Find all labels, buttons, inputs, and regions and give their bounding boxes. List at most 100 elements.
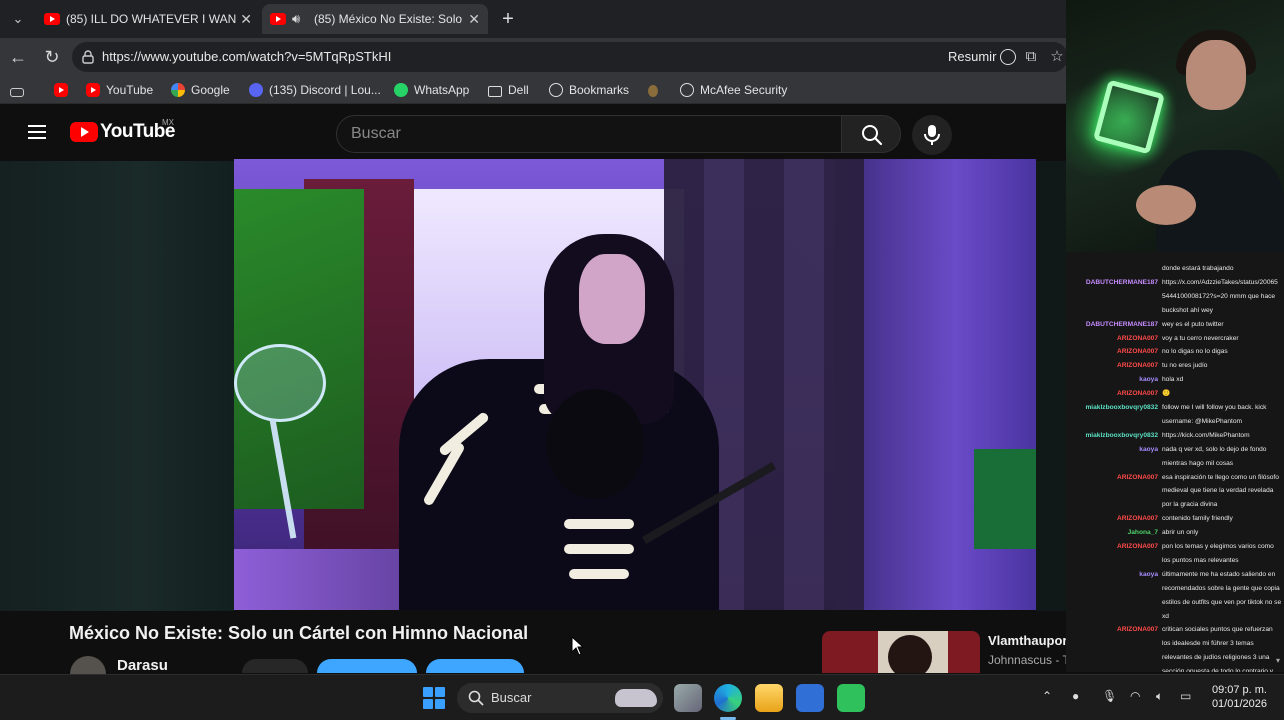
video-title: México No Existe: Solo un Cártel con Him… [69, 623, 529, 643]
chat-text: wey es el puto twitter [1162, 320, 1224, 328]
bookmark-label: Bookmarks [569, 83, 630, 97]
address-bar[interactable]: https://www.youtube.com/watch?v=5MTqRpST… [72, 42, 1068, 72]
bookmark-youtube-favicon[interactable] [54, 76, 74, 104]
file-explorer-icon[interactable] [755, 684, 783, 712]
youtube-header: YouTube MX [0, 105, 1068, 161]
star-icon[interactable]: ☆ [1048, 48, 1066, 66]
split-screen-icon[interactable]: ⧉ [1022, 48, 1040, 66]
clock-time: 09:07 p. m. [1211, 684, 1267, 696]
join-button[interactable] [242, 659, 308, 673]
bookmark-discord[interactable]: (135) Discord | Lou... [249, 76, 381, 104]
chat-text: 🙂 [1162, 390, 1171, 398]
bookmark-bookmarks[interactable]: Bookmarks [549, 76, 629, 104]
discord-icon [249, 83, 263, 97]
chat-username[interactable]: kaoya [1070, 373, 1158, 387]
search-button[interactable] [841, 115, 901, 153]
stream-chat: donde estará trabajando DABUTCHERMANE187 h… [1066, 252, 1284, 672]
reload-icon[interactable]: ↻ [40, 45, 64, 69]
search-input[interactable] [351, 116, 831, 152]
globe-icon [680, 83, 694, 97]
chevron-up-icon[interactable]: ⌃ [1042, 689, 1052, 703]
chat-text: pon los temas y elegimos varios como [1162, 543, 1274, 550]
ambient-left [0, 161, 234, 611]
chat-username[interactable]: ARIZONA007 [1070, 471, 1158, 485]
ambient-right [1036, 161, 1068, 611]
chat-username[interactable]: kaoya [1070, 568, 1158, 582]
voice-search-button[interactable] [912, 115, 952, 155]
chat-text: https://kick.com/MikePhantom [1162, 431, 1250, 439]
chat-scroll-down-icon[interactable]: ▾ [1276, 656, 1280, 665]
close-icon[interactable]: ✕ [468, 4, 480, 34]
close-icon[interactable]: ✕ [240, 4, 252, 34]
chat-username[interactable]: ARIZONA007 [1070, 387, 1158, 401]
chat-text: los puntos mas relevantes [1162, 556, 1239, 564]
hamburger-menu-icon[interactable] [28, 125, 46, 139]
chat-text: hola xd [1162, 376, 1184, 384]
system-clock[interactable]: 09:07 p. m. 01/01/2026 [1205, 683, 1267, 711]
browser-tab-1[interactable]: (85) ILL DO WHATEVER I WANT W ✕ [36, 4, 260, 34]
channel-name[interactable]: Darasu [117, 657, 168, 674]
chat-username[interactable]: ARIZONA007 [1070, 623, 1158, 637]
search-icon [468, 690, 484, 706]
site-info-icon[interactable] [82, 50, 94, 64]
taskbar-search[interactable]: Buscar [457, 683, 663, 713]
battery-icon[interactable]: ▭ [1180, 689, 1191, 703]
bookmark-whatsapp[interactable]: WhatsApp [394, 76, 469, 104]
chat-username[interactable]: kaoya [1070, 443, 1158, 457]
chat-text: critican sociales puntos que refuerzan [1162, 626, 1273, 634]
summarize-button[interactable]: Resumir [948, 42, 996, 72]
edge-icon[interactable] [714, 684, 742, 712]
chat-username[interactable]: miaklzbooxbovqry0832 [1070, 401, 1158, 415]
speaker-icon[interactable]: 🔊︎ [292, 4, 300, 34]
chat-username[interactable]: DABUTCHERMANE187 [1070, 318, 1158, 332]
bookmark-youtube[interactable]: YouTube [86, 76, 153, 104]
summarize-icon[interactable] [1000, 49, 1016, 65]
subscribe-button[interactable] [317, 659, 417, 673]
chat-text: tu no eres judío [1162, 362, 1208, 370]
chat-username[interactable]: ARIZONA007 [1070, 332, 1158, 346]
chat-username[interactable]: DABUTCHERMANE187 [1070, 276, 1158, 290]
chat-username[interactable]: ARIZONA007 [1070, 345, 1158, 359]
app-icon[interactable] [837, 684, 865, 712]
bookmark-owl[interactable] [648, 76, 664, 104]
microphone-tray-icon[interactable]: 🎙︎ [1102, 689, 1117, 703]
volume-icon[interactable]: 🔈︎ [1156, 689, 1163, 704]
youtube-icon [86, 83, 100, 97]
task-view-icon[interactable] [674, 684, 702, 712]
tab-dropdown-icon[interactable]: ⌄ [6, 8, 30, 30]
bookmark-google[interactable]: Google [171, 76, 230, 104]
chat-username[interactable]: ARIZONA007 [1070, 359, 1158, 373]
chat-text: por la gracia divina [1162, 501, 1218, 509]
chat-username[interactable]: ARIZONA007 [1070, 540, 1158, 554]
chat-username[interactable]: ARIZONA007 [1070, 512, 1158, 526]
bookmark-label: YouTube [106, 83, 154, 97]
browser-tab-2[interactable]: 🔊︎ (85) México No Existe: Solo u ✕ [262, 4, 488, 34]
youtube-favicon [270, 13, 286, 25]
channel-avatar[interactable] [70, 656, 106, 676]
video-player[interactable] [234, 159, 1036, 610]
edit-video-button[interactable] [426, 659, 524, 673]
chat-username[interactable]: Jahona_7 [1070, 526, 1158, 540]
chat-text: abrir un only [1162, 529, 1199, 537]
chat-text: follow me I will follow you back. kick [1162, 404, 1267, 411]
back-icon[interactable]: ← [6, 45, 30, 69]
chat-text: username: @MikePhantom [1162, 417, 1242, 425]
url-text[interactable]: https://www.youtube.com/watch?v=5MTqRpST… [102, 42, 391, 72]
tray-app-icon[interactable]: ● [1072, 689, 1079, 703]
store-icon[interactable] [796, 684, 824, 712]
plus-icon[interactable]: + [496, 6, 520, 32]
chat-text: recomendados sobre la gente que copia [1162, 584, 1280, 592]
bookmark-label: McAfee Security [700, 83, 788, 97]
youtube-favicon [44, 13, 60, 25]
recommended-thumbnail[interactable] [822, 631, 980, 673]
windows-start-icon[interactable] [423, 687, 445, 709]
bookmarks-bar-icon[interactable] [10, 76, 30, 104]
youtube-logo-icon[interactable] [70, 122, 98, 142]
bookmark-mcafee[interactable]: McAfee Security [680, 76, 787, 104]
chat-text: mientras hago mil cosas [1162, 459, 1234, 467]
wifi-icon[interactable]: ◠ [1130, 689, 1140, 703]
chat-text: sección opuesta de todo lo contrario y [1162, 668, 1274, 672]
chat-username[interactable]: miaklzbooxbovqry0832 [1070, 429, 1158, 443]
bookmark-dell[interactable]: Dell [488, 76, 529, 104]
bookmark-label: WhatsApp [414, 83, 470, 97]
